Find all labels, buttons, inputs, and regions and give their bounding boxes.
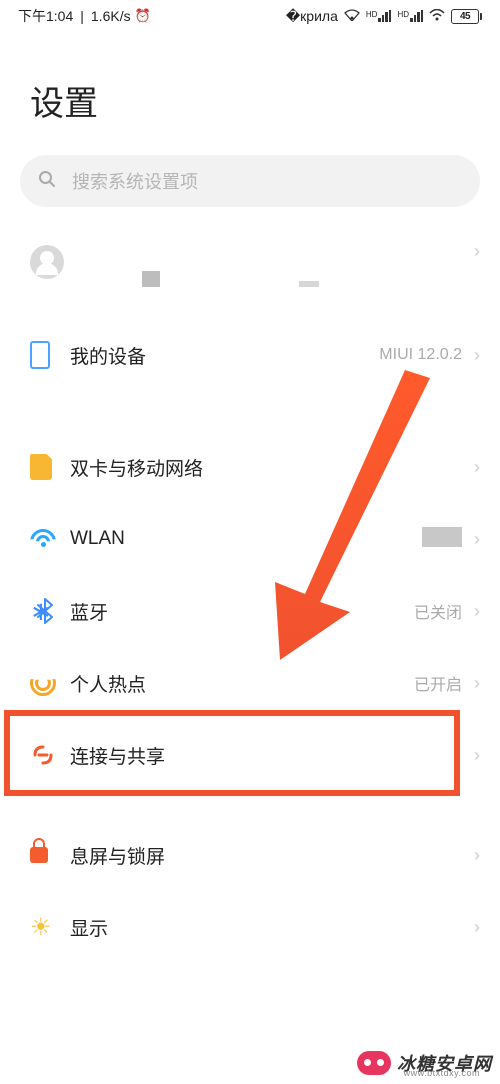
watermark-url: www.btxtdxy.com xyxy=(404,1068,480,1078)
search-icon xyxy=(38,170,56,193)
my-device-row[interactable]: 我的设备 MIUI 12.0.2 › xyxy=(0,319,500,391)
wifi-icon xyxy=(30,529,70,549)
chevron-right-icon: › xyxy=(474,917,480,938)
status-bar: 下午1:04 | 1.6K/s ⏰ �крила HD HD 45 xyxy=(0,0,500,28)
hotspot-icon xyxy=(30,670,70,696)
wlan-row[interactable]: WLAN › xyxy=(0,503,500,575)
watermark-logo-icon xyxy=(357,1051,391,1075)
bluetooth-label: 蓝牙 xyxy=(70,598,414,625)
redacted-block xyxy=(142,271,160,287)
chevron-right-icon: › xyxy=(474,457,480,478)
hotspot-label: 个人热点 xyxy=(70,670,414,697)
device-icon xyxy=(30,341,70,369)
wlan-label: WLAN xyxy=(70,528,422,550)
alarm-icon: ⏰ xyxy=(135,8,151,24)
hotspot-value: 已开启 xyxy=(414,671,462,695)
wifi-icon xyxy=(344,8,360,24)
status-right: �крила HD HD 45 xyxy=(286,8,482,25)
status-net-speed: 1.6K/s xyxy=(91,8,131,24)
avatar-icon xyxy=(30,241,70,279)
annotation-highlight xyxy=(4,710,460,796)
lockscreen-label: 息屏与锁屏 xyxy=(70,842,474,869)
chevron-right-icon: › xyxy=(474,745,480,766)
sim-icon xyxy=(30,454,70,480)
watermark: 冰糖安卓网 www.btxtdxy.com xyxy=(357,1050,492,1076)
wlan-value xyxy=(422,527,462,552)
redacted-block xyxy=(299,281,319,287)
account-row[interactable]: › xyxy=(0,235,500,319)
sim2-indicator: HD xyxy=(397,10,423,22)
status-left: 下午1:04 | 1.6K/s ⏰ xyxy=(18,6,151,26)
chevron-right-icon: › xyxy=(474,845,480,866)
chevron-right-icon: › xyxy=(474,529,480,550)
display-row[interactable]: ☀ 显示 › xyxy=(0,891,500,963)
lock-icon xyxy=(30,847,70,863)
search-placeholder: 搜索系统设置项 xyxy=(72,168,198,194)
display-label: 显示 xyxy=(70,914,474,941)
wifi-icon: �крила xyxy=(286,8,338,25)
chevron-right-icon: › xyxy=(474,345,480,366)
sim-row[interactable]: 双卡与移动网络 › xyxy=(0,431,500,503)
status-divider: | xyxy=(80,8,84,24)
sim-label: 双卡与移动网络 xyxy=(70,454,474,481)
lockscreen-row[interactable]: 息屏与锁屏 › xyxy=(0,819,500,891)
hotspot-row[interactable]: 个人热点 已开启 › xyxy=(0,647,500,719)
bluetooth-icon: ∗ xyxy=(30,596,70,627)
chevron-right-icon: › xyxy=(474,601,480,622)
sim1-indicator: HD xyxy=(366,10,392,22)
chevron-right-icon: › xyxy=(474,241,480,262)
search-input[interactable]: 搜索系统设置项 xyxy=(20,155,480,207)
battery-indicator: 45 xyxy=(451,9,482,24)
wifi-icon-2 xyxy=(429,8,445,24)
battery-pct: 45 xyxy=(460,11,470,22)
chevron-right-icon: › xyxy=(474,673,480,694)
page-title: 设置 xyxy=(0,28,500,145)
my-device-label: 我的设备 xyxy=(70,342,379,369)
bluetooth-value: 已关闭 xyxy=(414,599,462,623)
status-time: 下午1:04 xyxy=(18,6,73,26)
bluetooth-row[interactable]: ∗ 蓝牙 已关闭 › xyxy=(0,575,500,647)
my-device-value: MIUI 12.0.2 xyxy=(379,346,462,364)
sun-icon: ☀ xyxy=(30,913,70,942)
